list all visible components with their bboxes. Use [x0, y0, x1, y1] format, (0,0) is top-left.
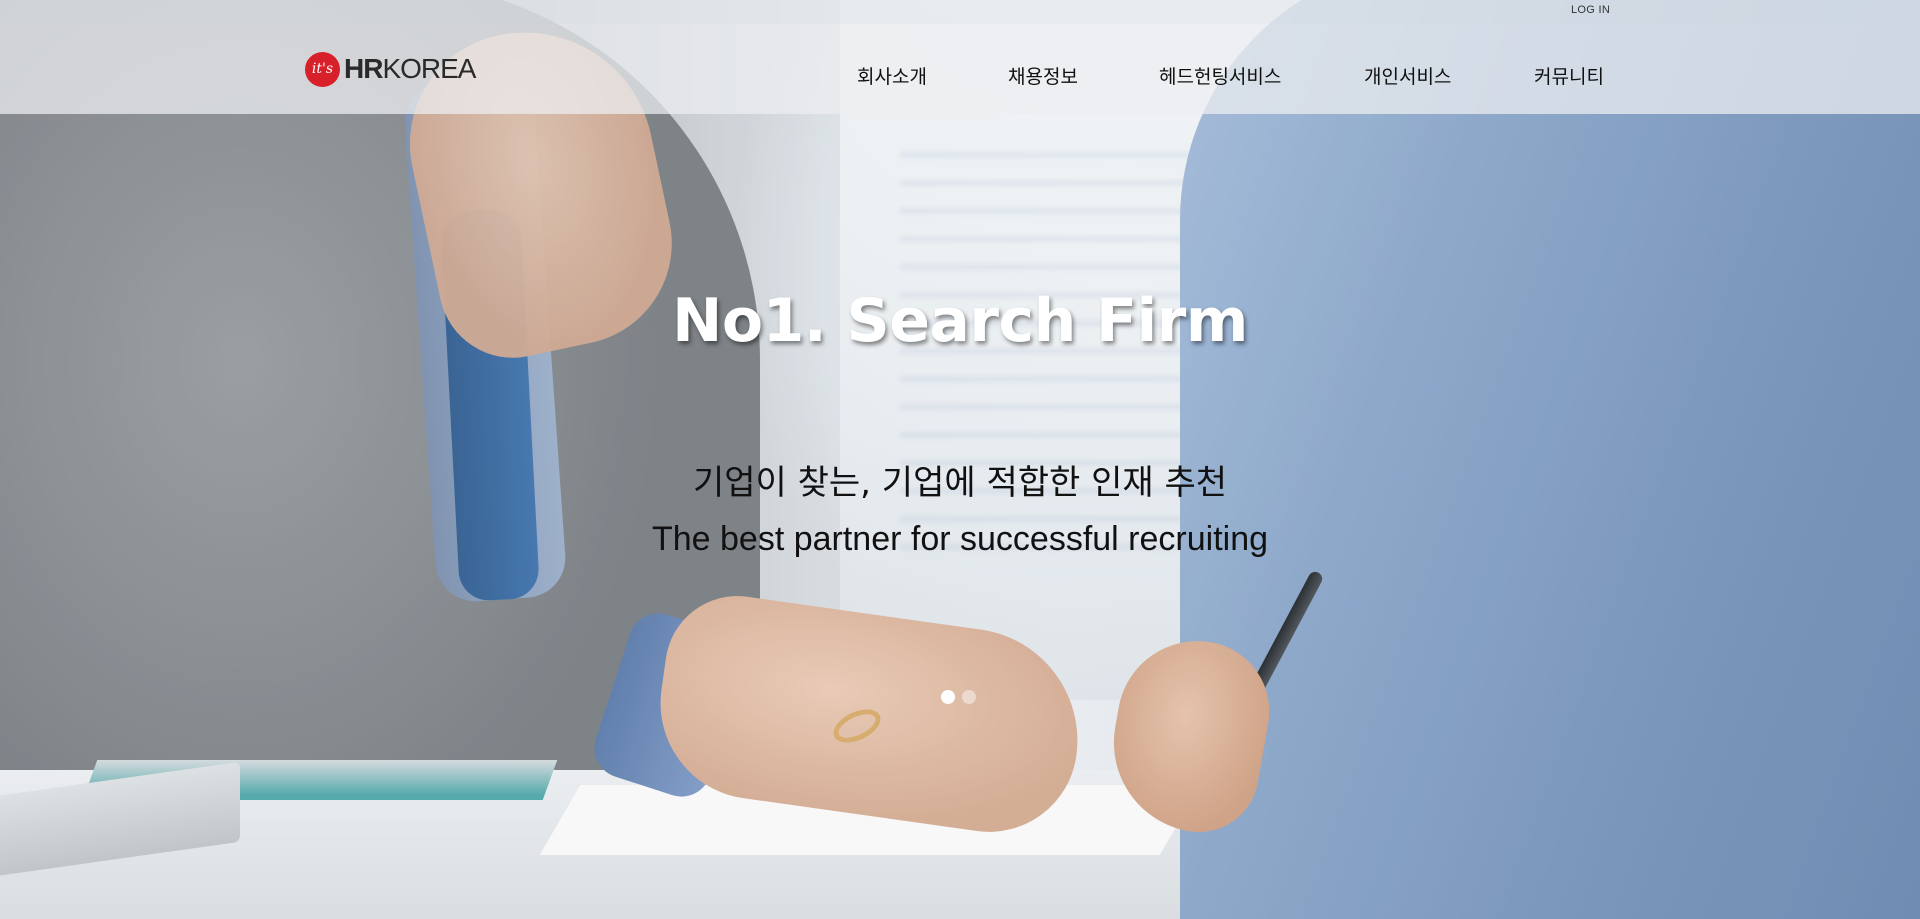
slider-dot-1[interactable]: [941, 690, 955, 704]
login-link[interactable]: LOG IN: [1571, 4, 1610, 16]
nav-item-jobs[interactable]: 채용정보: [1008, 62, 1078, 89]
slider-pagination: [941, 690, 976, 704]
nav-item-company-intro[interactable]: 회사소개: [857, 62, 927, 89]
page: LOG IN it's HRKOREA 회사소개 채용정보 헤드헌팅서비스 개인…: [0, 0, 1920, 919]
main-nav: 회사소개 채용정보 헤드헌팅서비스 개인서비스 커뮤니티: [0, 24, 1920, 114]
hero-title: No1. Search Firm: [672, 286, 1248, 356]
nav-item-personal-service[interactable]: 개인서비스: [1364, 62, 1451, 89]
hero-subtitle-korean: 기업이 찾는, 기업에 적합한 인재 추천: [692, 463, 1228, 503]
nav-item-headhunting[interactable]: 헤드헌팅서비스: [1159, 62, 1281, 89]
nav-item-community[interactable]: 커뮤니티: [1534, 62, 1604, 89]
top-utility-bar: LOG IN: [0, 0, 1920, 24]
hero-subtitle-english: The best partner for successful recruiti…: [651, 520, 1269, 558]
slider-dot-2[interactable]: [962, 690, 976, 704]
